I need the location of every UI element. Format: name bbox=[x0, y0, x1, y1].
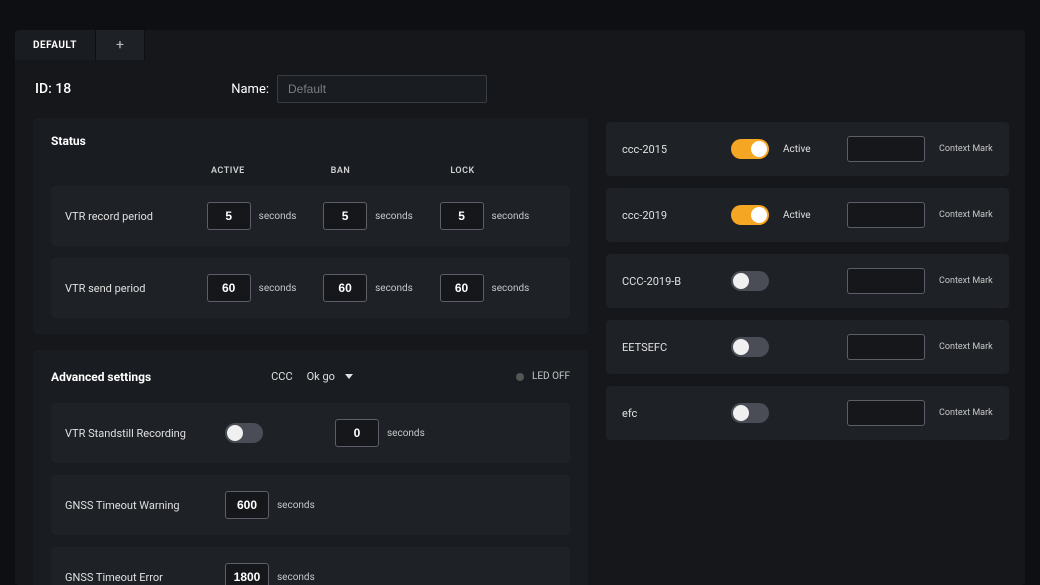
adv-row-gnss-err: GNSS Timeout Error seconds bbox=[51, 547, 570, 585]
context-mark-label: Context Mark bbox=[939, 144, 993, 154]
name-label: Name: bbox=[231, 82, 269, 97]
context-row: ccc-2019 Active Context Mark bbox=[606, 188, 1009, 242]
context-toggle[interactable] bbox=[731, 271, 769, 291]
unit-label: seconds bbox=[492, 283, 530, 294]
context-row: efc Context Mark bbox=[606, 386, 1009, 440]
header-row: ID: 18 Name: bbox=[15, 60, 1025, 113]
status-row-record: VTR record period seconds seconds second… bbox=[51, 186, 570, 246]
name-input[interactable] bbox=[277, 75, 487, 103]
row-label: GNSS Timeout Error bbox=[65, 571, 225, 584]
unit-label: seconds bbox=[492, 211, 530, 222]
unit-label: seconds bbox=[259, 211, 297, 222]
send-lock-input[interactable] bbox=[440, 274, 484, 302]
record-active-input[interactable] bbox=[207, 202, 251, 230]
context-list: ccc-2015 Active Context Mark ccc-2019 Ac… bbox=[606, 118, 1009, 585]
unit-label: seconds bbox=[277, 572, 315, 583]
ccc-value: Ok go bbox=[307, 370, 335, 383]
context-mark-label: Context Mark bbox=[939, 276, 993, 286]
context-row: ccc-2015 Active Context Mark bbox=[606, 122, 1009, 176]
unit-label: seconds bbox=[375, 283, 413, 294]
context-mark-label: Context Mark bbox=[939, 210, 993, 220]
adv-row-gnss-warn: GNSS Timeout Warning seconds bbox=[51, 475, 570, 535]
col-ban: BAN bbox=[331, 166, 451, 176]
adv-row-standstill: VTR Standstill Recording seconds bbox=[51, 403, 570, 463]
context-name: ccc-2019 bbox=[622, 209, 717, 222]
context-mark-label: Context Mark bbox=[939, 342, 993, 352]
record-ban-input[interactable] bbox=[323, 202, 367, 230]
status-row-send: VTR send period seconds seconds seconds bbox=[51, 258, 570, 318]
gnss-warn-input[interactable] bbox=[225, 491, 269, 519]
context-mark-input[interactable] bbox=[847, 334, 925, 360]
context-name: efc bbox=[622, 407, 717, 420]
context-toggle[interactable] bbox=[731, 139, 769, 159]
tab-add[interactable]: + bbox=[96, 30, 145, 60]
context-mark-input[interactable] bbox=[847, 136, 925, 162]
chevron-down-icon bbox=[345, 374, 353, 379]
id-label: ID: 18 bbox=[35, 81, 71, 97]
ccc-label: CCC bbox=[271, 370, 292, 383]
standstill-input[interactable] bbox=[335, 419, 379, 447]
led-off-icon bbox=[516, 373, 524, 381]
row-label: GNSS Timeout Warning bbox=[65, 499, 225, 512]
tab-default[interactable]: DEFAULT bbox=[15, 30, 96, 60]
status-title: Status bbox=[51, 134, 570, 148]
context-status: Active bbox=[783, 144, 833, 155]
row-label: VTR Standstill Recording bbox=[65, 427, 225, 440]
standstill-toggle[interactable] bbox=[225, 423, 263, 443]
send-active-input[interactable] bbox=[207, 274, 251, 302]
context-name: EETSEFC bbox=[622, 341, 717, 354]
advanced-panel: Advanced settings CCC Ok go LED OFF bbox=[33, 350, 588, 585]
unit-label: seconds bbox=[259, 283, 297, 294]
context-mark-label: Context Mark bbox=[939, 408, 993, 418]
context-name: ccc-2015 bbox=[622, 143, 717, 156]
row-label: VTR send period bbox=[65, 282, 207, 295]
col-lock: LOCK bbox=[450, 166, 570, 176]
context-name: CCC-2019-B bbox=[622, 275, 717, 288]
context-mark-input[interactable] bbox=[847, 400, 925, 426]
context-mark-input[interactable] bbox=[847, 268, 925, 294]
status-columns: ACTIVE BAN LOCK bbox=[51, 166, 570, 176]
context-row: EETSEFC Context Mark bbox=[606, 320, 1009, 374]
ccc-dropdown[interactable]: Ok go bbox=[299, 366, 361, 387]
unit-label: seconds bbox=[277, 500, 315, 511]
row-label: VTR record period bbox=[65, 210, 207, 223]
context-toggle[interactable] bbox=[731, 403, 769, 423]
context-status: Active bbox=[783, 210, 833, 221]
col-active: ACTIVE bbox=[211, 166, 331, 176]
record-lock-input[interactable] bbox=[440, 202, 484, 230]
main-frame: DEFAULT + ID: 18 Name: Status ACTIVE BAN… bbox=[15, 30, 1025, 585]
unit-label: seconds bbox=[387, 428, 425, 439]
advanced-title: Advanced settings bbox=[51, 370, 151, 384]
context-toggle[interactable] bbox=[731, 337, 769, 357]
led-label: LED OFF bbox=[532, 371, 570, 382]
unit-label: seconds bbox=[375, 211, 413, 222]
status-panel: Status ACTIVE BAN LOCK VTR record period… bbox=[33, 118, 588, 334]
send-ban-input[interactable] bbox=[323, 274, 367, 302]
tab-bar: DEFAULT + bbox=[15, 30, 1025, 60]
context-row: CCC-2019-B Context Mark bbox=[606, 254, 1009, 308]
context-mark-input[interactable] bbox=[847, 202, 925, 228]
context-toggle[interactable] bbox=[731, 205, 769, 225]
gnss-err-input[interactable] bbox=[225, 563, 269, 585]
